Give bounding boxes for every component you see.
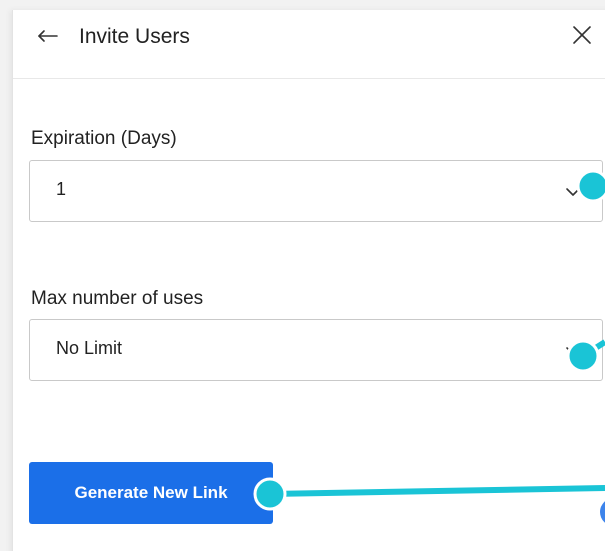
chevron-down-icon [564,342,582,360]
max-uses-select[interactable]: No Limit [29,319,603,381]
max-uses-value: No Limit [56,338,123,358]
max-uses-label: Max number of uses [31,288,204,309]
screen: Invite Users Expiration (Days) 1 Max num… [0,0,605,551]
invite-users-panel: Invite Users Expiration (Days) 1 Max num… [12,10,605,551]
expiration-label: Expiration (Days) [31,128,177,149]
expiration-select[interactable]: 1 [29,160,603,222]
close-icon[interactable] [569,22,595,48]
chevron-down-icon [564,183,582,201]
page-title: Invite Users [79,25,190,48]
generate-new-link-button[interactable]: Generate New Link [29,462,273,524]
panel-header: Invite Users [13,10,605,79]
expiration-value: 1 [56,179,67,199]
arrow-left-icon[interactable] [36,24,60,48]
